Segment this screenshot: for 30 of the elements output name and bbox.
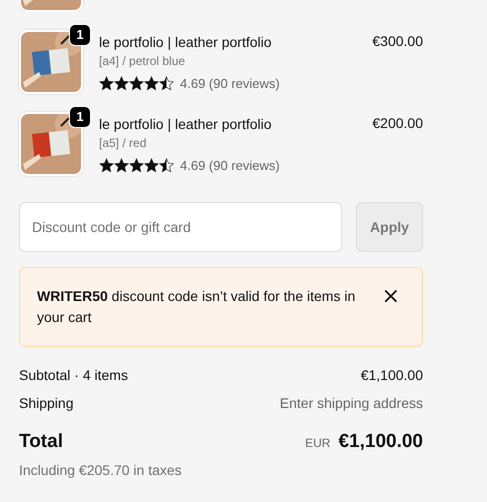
tax-note: Including €205.70 in taxes [19,462,183,478]
summary-value: €1,100.00 [360,367,423,383]
rating-text: 4.69 (90 reviews) [180,76,280,91]
star-icon [159,76,174,91]
star-icon [129,158,144,173]
summary-value: Enter shipping address [280,395,423,411]
star-icon [129,76,144,91]
close-button[interactable]: × [378,286,404,308]
currency-code: EUR [305,436,330,450]
rating-text: 4.69 (90 reviews) [180,158,280,173]
star-icon [144,76,159,91]
product-title: le portfolio | leather portfolio [99,115,273,133]
summary-label: Shipping [19,395,74,411]
star-icon [99,158,114,173]
star-icon [99,76,114,91]
product-variant: [a5] / red [99,136,148,151]
product-variant: [a4] / petrol blue [99,54,186,69]
product-title: le portfolio | leather portfolio [99,33,273,51]
product-price: €200.00 [372,114,423,131]
star-icon [159,158,174,173]
star-icon [114,76,129,91]
product-price: €300.00 [372,32,423,49]
quantity-badge: 1 [69,24,91,46]
total-amount: €1,100.00 [338,431,423,453]
star-icon [114,158,129,173]
notice-message: WRITER50 discount code isn’t valid for the items in your cart [37,287,356,327]
quantity-badge: 1 [69,106,91,128]
star-icon [144,158,159,173]
total-label: Total [19,431,63,453]
summary-label: Subtotal · 4 items [19,367,128,383]
